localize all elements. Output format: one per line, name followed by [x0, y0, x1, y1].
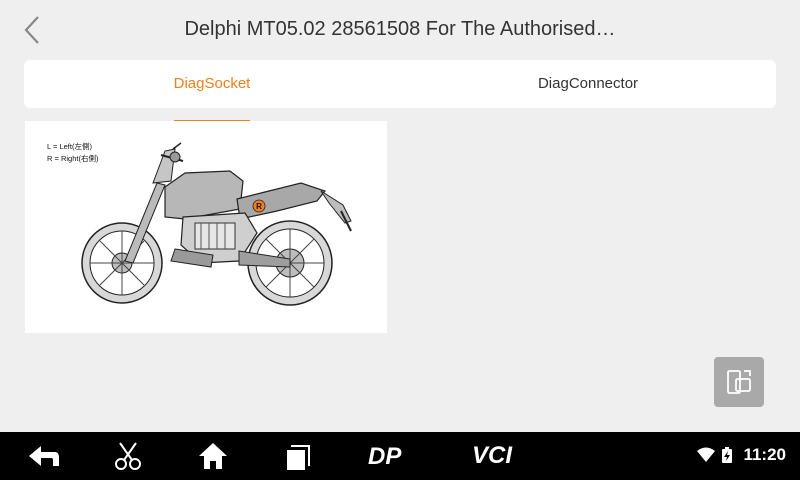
view-switch-icon — [727, 370, 751, 394]
dp-logo-label: DP — [368, 443, 402, 470]
chevron-left-icon — [24, 16, 39, 44]
motorcycle-illustration: R — [81, 142, 352, 306]
scissors-icon[interactable] — [112, 440, 144, 477]
tab-diagsocket-label: DiagSocket — [173, 60, 251, 122]
tab-diagconnector[interactable]: DiagConnector — [400, 60, 776, 108]
recent-apps-icon[interactable] — [283, 440, 313, 477]
battery-charging-icon — [722, 447, 733, 463]
dp-logo-icon[interactable]: DP — [366, 442, 418, 475]
ecu-marker-label: R — [256, 202, 262, 211]
vci-logo-label: VCI — [472, 442, 513, 469]
wifi-icon — [697, 447, 715, 462]
status-icons — [696, 446, 734, 469]
home-icon[interactable] — [196, 440, 230, 477]
back-button[interactable] — [18, 14, 48, 46]
tab-diagsocket-text: DiagSocket — [173, 75, 251, 92]
system-navbar: DP VCI 11:20 — [0, 432, 800, 480]
tab-diagconnector-label: DiagConnector — [537, 75, 639, 92]
status-time: 11:20 — [743, 445, 786, 464]
tab-diagsocket[interactable]: DiagSocket — [24, 60, 400, 122]
motorcycle-diagram[interactable]: L = Left(左側) R = Right(右側) R — [25, 121, 387, 333]
header: Delphi MT05.02 28561508 For The Authoris… — [0, 0, 800, 60]
page-title: Delphi MT05.02 28561508 For The Authoris… — [184, 18, 616, 40]
vci-logo-icon[interactable]: VCI — [470, 441, 530, 474]
tab-bar: DiagSocket DiagConnector — [24, 60, 776, 122]
switch-view-button[interactable] — [714, 357, 764, 407]
back-arrow-icon[interactable] — [25, 440, 61, 477]
front-wheel — [81, 222, 163, 304]
